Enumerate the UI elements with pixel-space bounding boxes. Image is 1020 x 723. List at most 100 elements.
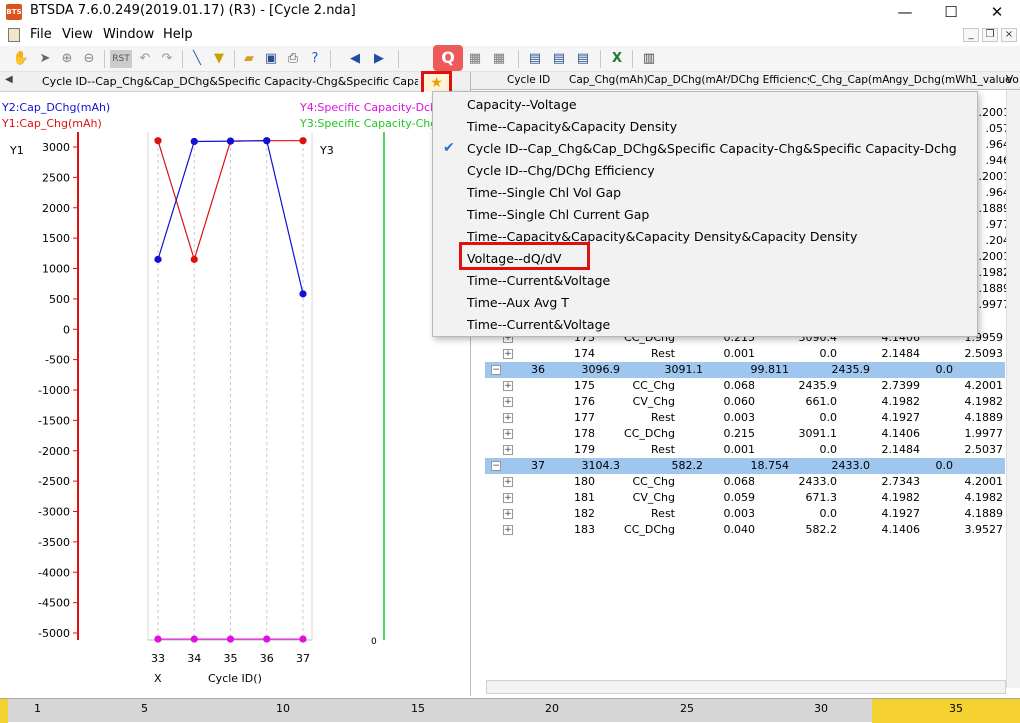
step-row[interactable]: +182 Rest 0.003 0.0 4.1927 4.1889 [485, 506, 1005, 522]
horizontal-scrollbar[interactable] [486, 680, 1006, 694]
pen-icon[interactable]: ╲ [188, 50, 206, 68]
filter-icon[interactable]: ▼ [210, 50, 228, 68]
step-row[interactable]: +183 CC_DChg 0.040 582.2 4.1406 3.9527 [485, 522, 1005, 538]
step-row[interactable]: +180 CC_Chg 0.068 2433.0 2.7343 4.2001 [485, 474, 1005, 490]
column-header[interactable]: Vo [1006, 74, 1020, 86]
expand-icon[interactable]: + [503, 429, 513, 439]
dropdown-item-selected[interactable]: Cycle ID--Cap_Chg&Cap_DChg&Specific Capa… [467, 141, 957, 156]
range-selection[interactable] [872, 699, 1020, 723]
table3-icon[interactable]: ▤ [574, 50, 592, 68]
dropdown-item[interactable]: Time--Aux Avg T [467, 295, 569, 310]
table-cell: 2433.0 [831, 459, 871, 472]
search-icon[interactable]: Q [433, 45, 463, 71]
dropdown-item[interactable]: Time--Single Chl Vol Gap [467, 185, 621, 200]
cycle-range-ruler[interactable]: 1 5 10 15 20 25 30 35 [0, 698, 1020, 723]
redo-icon[interactable]: ↷ [158, 50, 176, 68]
column-header[interactable]: Cap_Chg(mAh) [569, 74, 647, 86]
expand-icon[interactable]: + [503, 413, 513, 423]
table-cell: Rest [651, 507, 675, 520]
table-cell: 0.0 [819, 347, 838, 360]
save-icon[interactable]: ▣ [262, 50, 280, 68]
dropdown-item[interactable]: Time--Current&Voltage [467, 273, 610, 288]
step-row[interactable]: +178 CC_DChg 0.215 3091.1 4.1406 1.9977 [485, 426, 1005, 442]
close-button[interactable]: ✕ [974, 0, 1020, 24]
chart-tab-title[interactable]: Cycle ID--Cap_Chg&Cap_DChg&Specific Capa… [42, 75, 418, 88]
table-cell: 0.060 [723, 395, 756, 408]
table-icon[interactable]: ▤ [526, 50, 544, 68]
excel-icon[interactable]: X [608, 50, 626, 68]
column-header[interactable]: C_Chg_Cap(mAh [809, 74, 889, 86]
menu-file[interactable]: File [30, 27, 52, 42]
table2-icon[interactable]: ▤ [550, 50, 568, 68]
range-start-marker[interactable] [0, 699, 8, 723]
table-cell: 175 [574, 379, 595, 392]
dropdown-item[interactable]: Time--Capacity&Capacity Density [467, 119, 677, 134]
table-cell: 174 [574, 347, 595, 360]
step-row[interactable]: +179 Rest 0.001 0.0 2.1484 2.5037 [485, 442, 1005, 458]
zoom-icon[interactable]: ⊖ [80, 50, 98, 68]
menu-help[interactable]: Help [163, 27, 193, 42]
mdi-restore-button[interactable]: ❐ [982, 28, 998, 42]
maximize-button[interactable]: ☐ [928, 0, 974, 24]
table-cell: 177 [574, 411, 595, 424]
y-tick-label: -5000 [38, 627, 70, 640]
grid2-icon[interactable]: ▦ [490, 50, 508, 68]
data-point [299, 137, 307, 145]
expand-icon[interactable]: + [503, 477, 513, 487]
step-row[interactable]: +177 Rest 0.003 0.0 4.1927 4.1889 [485, 410, 1005, 426]
minimize-button[interactable]: — [882, 0, 928, 24]
dropdown-item[interactable]: Time--Current&Voltage [467, 317, 610, 332]
step-row[interactable]: +181 CV_Chg 0.059 671.3 4.1982 4.1982 [485, 490, 1005, 506]
data-point [154, 255, 162, 263]
step-row[interactable]: +174 Rest 0.001 0.0 2.1484 2.5093 [485, 346, 1005, 362]
open-folder-icon[interactable]: ▰ [240, 50, 258, 68]
undo-icon[interactable]: ↶ [136, 50, 154, 68]
table-cell: 178 [574, 427, 595, 440]
expand-icon[interactable]: + [503, 525, 513, 535]
menu-view[interactable]: View [62, 27, 93, 42]
collapse-icon[interactable]: − [491, 365, 501, 375]
mdi-close-button[interactable]: × [1001, 28, 1017, 42]
dropdown-item[interactable]: Time--Single Chl Current Gap [467, 207, 649, 222]
expand-icon[interactable]: + [503, 493, 513, 503]
hand-icon[interactable]: ✋ [12, 50, 30, 68]
collapse-icon[interactable]: − [491, 461, 501, 471]
table-cell: 181 [574, 491, 595, 504]
grid-icon[interactable]: ▦ [466, 50, 484, 68]
expand-icon[interactable]: + [503, 445, 513, 455]
print-icon[interactable]: ⎙ [284, 50, 302, 68]
report-icon[interactable]: ▥ [640, 50, 658, 68]
tab-left-arrow-icon[interactable]: ◀ [5, 74, 13, 85]
column-header[interactable]: Cycle ID [507, 74, 567, 86]
forward-icon[interactable]: ▶ [370, 50, 388, 68]
column-header[interactable]: /DChg Efficiency [727, 74, 809, 86]
expand-icon[interactable]: + [503, 509, 513, 519]
help-icon[interactable]: ? [306, 50, 324, 68]
table-cell: 4.1889 [964, 507, 1004, 520]
zoom-area-icon[interactable]: ⊕ [58, 50, 76, 68]
table-cell: 4.1406 [881, 523, 921, 536]
column-header[interactable]: ngy_Dchg(mWh [889, 74, 973, 86]
dropdown-item[interactable]: Cycle ID--Chg/DChg Efficiency [467, 163, 655, 178]
pointer-icon[interactable]: ➤ [36, 50, 54, 68]
expand-icon[interactable]: + [503, 397, 513, 407]
expand-icon[interactable]: + [503, 381, 513, 391]
data-point [299, 635, 307, 643]
vertical-scrollbar[interactable] [1006, 90, 1020, 688]
mdi-minimize-button[interactable]: _ [963, 28, 979, 42]
cycle-row[interactable]: − 36 3096.9 3091.1 99.811 2435.9 0.0 [485, 362, 1005, 378]
column-header[interactable]: 1_value [971, 74, 1011, 86]
dropdown-item[interactable]: Capacity--Voltage [467, 97, 577, 112]
column-header[interactable]: Cap_DChg(mAh) [647, 74, 727, 86]
rst-icon[interactable]: RST [110, 50, 132, 68]
ruler-tick: 25 [680, 702, 694, 715]
ruler-tick: 5 [141, 702, 148, 715]
cycle-row[interactable]: − 37 3104.3 582.2 18.754 2433.0 0.0 [485, 458, 1005, 474]
step-row[interactable]: +176 CV_Chg 0.060 661.0 4.1982 4.1982 [485, 394, 1005, 410]
table-cell: 2.7343 [881, 475, 921, 488]
back-icon[interactable]: ◀ [346, 50, 364, 68]
expand-icon[interactable]: + [503, 349, 513, 359]
step-row[interactable]: +175 CC_Chg 0.068 2435.9 2.7399 4.2001 [485, 378, 1005, 394]
menu-window[interactable]: Window [103, 27, 154, 42]
document-icon[interactable] [8, 28, 20, 42]
